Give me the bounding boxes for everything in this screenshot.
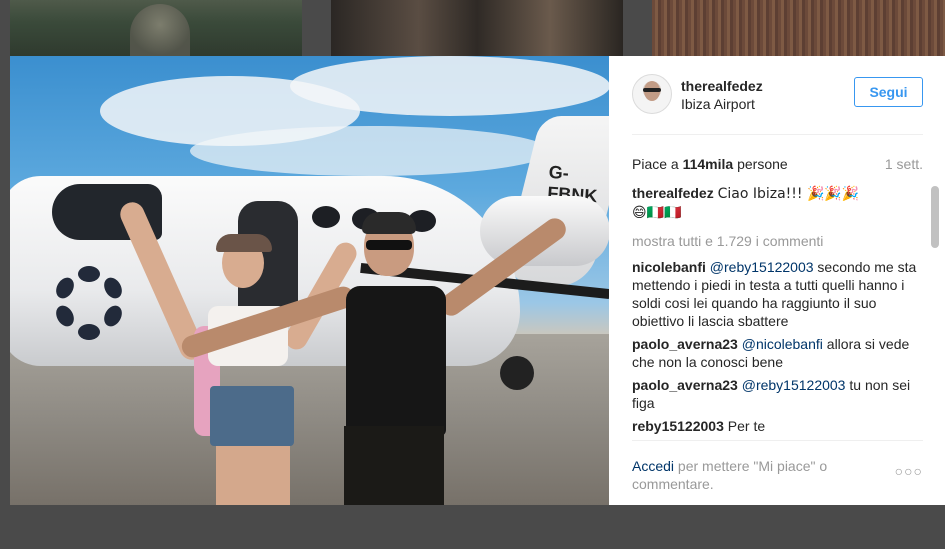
comment-item: paolo_averna23 @reby15122003 tu non sei … [632, 376, 920, 412]
show-all-comments-link[interactable]: mostra tutti e 1.729 i commenti [632, 232, 920, 250]
more-options-icon[interactable]: ○○○ [895, 463, 923, 479]
login-prompt: Accedi per mettere "Mi piace" o commenta… [632, 457, 862, 493]
post-timestamp[interactable]: 1 sett. [885, 156, 923, 172]
post-footer: Accedi per mettere "Mi piace" o commenta… [632, 440, 923, 501]
comment-item: nicolebanfi @reby15122003 secondo me sta… [632, 258, 920, 330]
likes-prefix: Piace a [632, 156, 683, 172]
comment-item: reby15122003 Per te [632, 417, 920, 435]
caption: therealfedez Ciao Ibiza!!! 🎉🎉🎉 😄🇮🇹🇮🇹 [632, 184, 920, 222]
comment-username[interactable]: therealfedez [632, 185, 714, 201]
comment-mention[interactable]: @reby15122003 [742, 377, 846, 393]
location-link[interactable]: Ibiza Airport [681, 96, 755, 112]
post-photo[interactable]: G-FBNK [10, 56, 609, 505]
comment-username[interactable]: paolo_averna23 [632, 377, 738, 393]
background-thumbnail [10, 0, 302, 56]
comment-username[interactable]: nicolebanfi [632, 259, 706, 275]
avatar[interactable] [632, 74, 672, 114]
cloud [290, 56, 609, 116]
post-modal: G-FBNK therealfedez Ibiza Airport Segui … [10, 56, 945, 505]
caption-text: Ciao Ibiza!!! 🎉🎉🎉 [717, 186, 860, 202]
flower-logo [50, 266, 130, 346]
jet-wheel [500, 356, 534, 390]
likes-text: Piace a 114mila persone [632, 156, 788, 172]
comments-scrollbar[interactable] [931, 186, 939, 438]
comment-text: Per te [727, 418, 766, 434]
comment-username[interactable]: paolo_averna23 [632, 336, 738, 352]
background-thumbnail [652, 0, 945, 56]
username-link[interactable]: therealfedez [681, 78, 763, 94]
follow-button[interactable]: Segui [854, 77, 923, 107]
post-side-panel: therealfedez Ibiza Airport Segui Piace a… [609, 56, 945, 505]
background-feed [0, 0, 945, 56]
caption-emoji-line: 😄🇮🇹🇮🇹 [632, 205, 682, 221]
likes-row: Piace a 114mila persone 1 sett. [632, 156, 923, 174]
login-link[interactable]: Accedi [632, 458, 674, 474]
person-man [179, 212, 571, 505]
scrollbar-thumb[interactable] [931, 186, 939, 248]
comment-username[interactable]: reby15122003 [632, 418, 724, 434]
comment-mention[interactable]: @nicolebanfi [742, 336, 823, 352]
overlay-backdrop[interactable] [10, 505, 945, 549]
background-thumbnail [331, 0, 623, 56]
comment-item: paolo_averna23 @nicolebanfi allora si ve… [632, 335, 920, 371]
likes-count[interactable]: 114mila [683, 156, 734, 172]
post-header: therealfedez Ibiza Airport Segui [632, 74, 923, 135]
comment-mention[interactable]: @reby15122003 [710, 259, 814, 275]
comments-list[interactable]: therealfedez Ciao Ibiza!!! 🎉🎉🎉 😄🇮🇹🇮🇹 mos… [632, 184, 920, 439]
likes-suffix: persone [733, 156, 788, 172]
